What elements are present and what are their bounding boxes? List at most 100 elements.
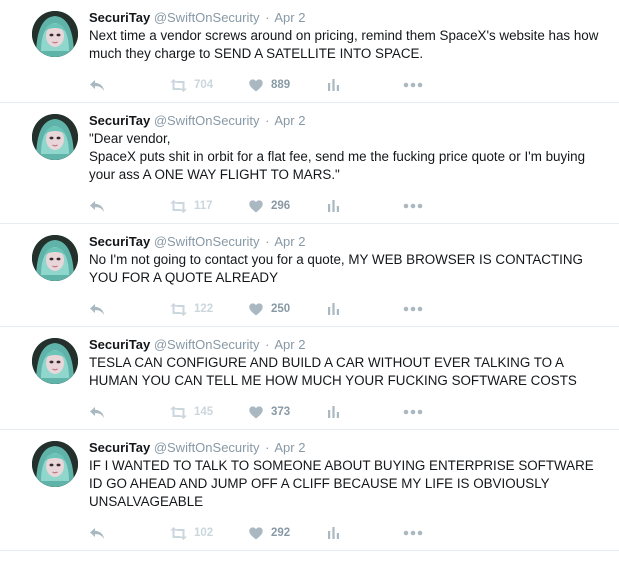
tweet-text: "Dear vendor, SpaceX puts shit in orbit … bbox=[89, 131, 586, 182]
like-count: 296 bbox=[271, 200, 291, 212]
retweet-count: 704 bbox=[194, 79, 214, 91]
tweet-timestamp[interactable]: Apr 2 bbox=[274, 337, 305, 352]
tweet[interactable]: SecuriTay @SwiftOnSecurity · Apr 2 IF I … bbox=[0, 430, 619, 551]
more-icon bbox=[403, 82, 423, 88]
reply-button[interactable] bbox=[89, 79, 169, 92]
author-name[interactable]: SecuriTay bbox=[89, 234, 150, 249]
more-options-button[interactable] bbox=[403, 530, 443, 536]
heart-icon bbox=[249, 302, 263, 315]
analytics-icon bbox=[328, 200, 339, 212]
retweet-icon bbox=[170, 302, 187, 316]
analytics-button[interactable] bbox=[327, 526, 403, 540]
like-button[interactable]: 292 bbox=[249, 526, 327, 540]
reply-button[interactable] bbox=[89, 303, 169, 316]
tweet-content: SecuriTay @SwiftOnSecurity · Apr 2 Next … bbox=[89, 9, 609, 102]
tweet[interactable]: SecuriTay @SwiftOnSecurity · Apr 2 No I'… bbox=[0, 224, 619, 327]
more-options-button[interactable] bbox=[403, 306, 443, 312]
reply-icon bbox=[90, 79, 104, 91]
heart-icon bbox=[249, 199, 263, 212]
reply-button[interactable] bbox=[89, 406, 169, 419]
tweet-actions: 122 250 bbox=[89, 292, 609, 326]
avatar-image bbox=[32, 441, 78, 487]
tweet-header: SecuriTay @SwiftOnSecurity · Apr 2 bbox=[89, 9, 609, 26]
author-name[interactable]: SecuriTay bbox=[89, 113, 150, 128]
tweet[interactable]: SecuriTay @SwiftOnSecurity · Apr 2 TESLA… bbox=[0, 327, 619, 430]
more-options-button[interactable] bbox=[403, 409, 443, 415]
retweet-button[interactable]: 117 bbox=[169, 199, 249, 213]
retweet-button[interactable]: 122 bbox=[169, 302, 249, 316]
retweet-button[interactable]: 145 bbox=[169, 405, 249, 419]
separator-dot: · bbox=[265, 440, 270, 455]
tweet-timestamp[interactable]: Apr 2 bbox=[274, 113, 305, 128]
author-name[interactable]: SecuriTay bbox=[89, 337, 150, 352]
analytics-button[interactable] bbox=[327, 199, 403, 213]
author-handle[interactable]: @SwiftOnSecurity bbox=[154, 337, 260, 352]
like-button[interactable]: 889 bbox=[249, 78, 327, 92]
avatar[interactable] bbox=[32, 338, 78, 384]
reply-icon bbox=[90, 303, 104, 315]
more-icon bbox=[403, 530, 423, 536]
author-handle[interactable]: @SwiftOnSecurity bbox=[154, 440, 260, 455]
retweet-count: 145 bbox=[194, 406, 214, 418]
tweet-text: Next time a vendor screws around on pric… bbox=[89, 28, 599, 61]
separator-dot: · bbox=[265, 234, 270, 249]
avatar-image bbox=[32, 11, 78, 57]
tweet-timestamp[interactable]: Apr 2 bbox=[274, 10, 305, 25]
author-name[interactable]: SecuriTay bbox=[89, 10, 150, 25]
analytics-icon bbox=[328, 303, 339, 315]
heart-icon bbox=[249, 78, 263, 91]
like-count: 889 bbox=[271, 79, 291, 91]
reply-icon bbox=[90, 527, 104, 539]
like-count: 292 bbox=[271, 527, 291, 539]
more-options-button[interactable] bbox=[403, 82, 443, 88]
author-handle[interactable]: @SwiftOnSecurity bbox=[154, 10, 260, 25]
like-button[interactable]: 373 bbox=[249, 405, 327, 419]
tweet-text: IF I WANTED TO TALK TO SOMEONE ABOUT BUY… bbox=[89, 458, 594, 509]
tweet-content: SecuriTay @SwiftOnSecurity · Apr 2 "Dear… bbox=[89, 112, 609, 223]
reply-button[interactable] bbox=[89, 200, 169, 213]
avatar[interactable] bbox=[32, 114, 78, 160]
avatar-image bbox=[32, 338, 78, 384]
avatar[interactable] bbox=[32, 235, 78, 281]
avatar[interactable] bbox=[32, 11, 78, 57]
retweet-icon bbox=[170, 78, 187, 92]
avatar-image bbox=[32, 235, 78, 281]
more-icon bbox=[403, 306, 423, 312]
avatar[interactable] bbox=[32, 441, 78, 487]
retweet-count: 122 bbox=[194, 303, 214, 315]
retweet-button[interactable]: 102 bbox=[169, 526, 249, 540]
separator-dot: · bbox=[265, 10, 270, 25]
retweet-icon bbox=[170, 405, 187, 419]
author-handle[interactable]: @SwiftOnSecurity bbox=[154, 234, 260, 249]
like-count: 373 bbox=[271, 406, 291, 418]
tweet-header: SecuriTay @SwiftOnSecurity · Apr 2 bbox=[89, 439, 609, 456]
tweet-header: SecuriTay @SwiftOnSecurity · Apr 2 bbox=[89, 336, 609, 353]
like-button[interactable]: 250 bbox=[249, 302, 327, 316]
tweet[interactable]: SecuriTay @SwiftOnSecurity · Apr 2 "Dear… bbox=[0, 103, 619, 224]
heart-icon bbox=[249, 405, 263, 418]
reply-button[interactable] bbox=[89, 527, 169, 540]
tweet-actions: 102 292 bbox=[89, 516, 609, 550]
tweet-content: SecuriTay @SwiftOnSecurity · Apr 2 TESLA… bbox=[89, 336, 609, 429]
retweet-icon bbox=[170, 199, 187, 213]
avatar-image bbox=[32, 114, 78, 160]
tweet[interactable]: SecuriTay @SwiftOnSecurity · Apr 2 Next … bbox=[0, 0, 619, 103]
timeline: SecuriTay @SwiftOnSecurity · Apr 2 Next … bbox=[0, 0, 619, 551]
analytics-icon bbox=[328, 527, 339, 539]
tweet-timestamp[interactable]: Apr 2 bbox=[274, 440, 305, 455]
analytics-button[interactable] bbox=[327, 78, 403, 92]
tweet-text: TESLA CAN CONFIGURE AND BUILD A CAR WITH… bbox=[89, 355, 577, 388]
tweet-actions: 117 296 bbox=[89, 189, 609, 223]
more-options-button[interactable] bbox=[403, 203, 443, 209]
tweet-content: SecuriTay @SwiftOnSecurity · Apr 2 IF I … bbox=[89, 439, 609, 550]
like-button[interactable]: 296 bbox=[249, 199, 327, 213]
analytics-button[interactable] bbox=[327, 405, 403, 419]
tweet-text: No I'm not going to contact you for a qu… bbox=[89, 252, 583, 285]
analytics-button[interactable] bbox=[327, 302, 403, 316]
author-handle[interactable]: @SwiftOnSecurity bbox=[154, 113, 260, 128]
tweet-header: SecuriTay @SwiftOnSecurity · Apr 2 bbox=[89, 233, 609, 250]
retweet-button[interactable]: 704 bbox=[169, 78, 249, 92]
separator-dot: · bbox=[265, 113, 270, 128]
author-name[interactable]: SecuriTay bbox=[89, 440, 150, 455]
tweet-timestamp[interactable]: Apr 2 bbox=[274, 234, 305, 249]
